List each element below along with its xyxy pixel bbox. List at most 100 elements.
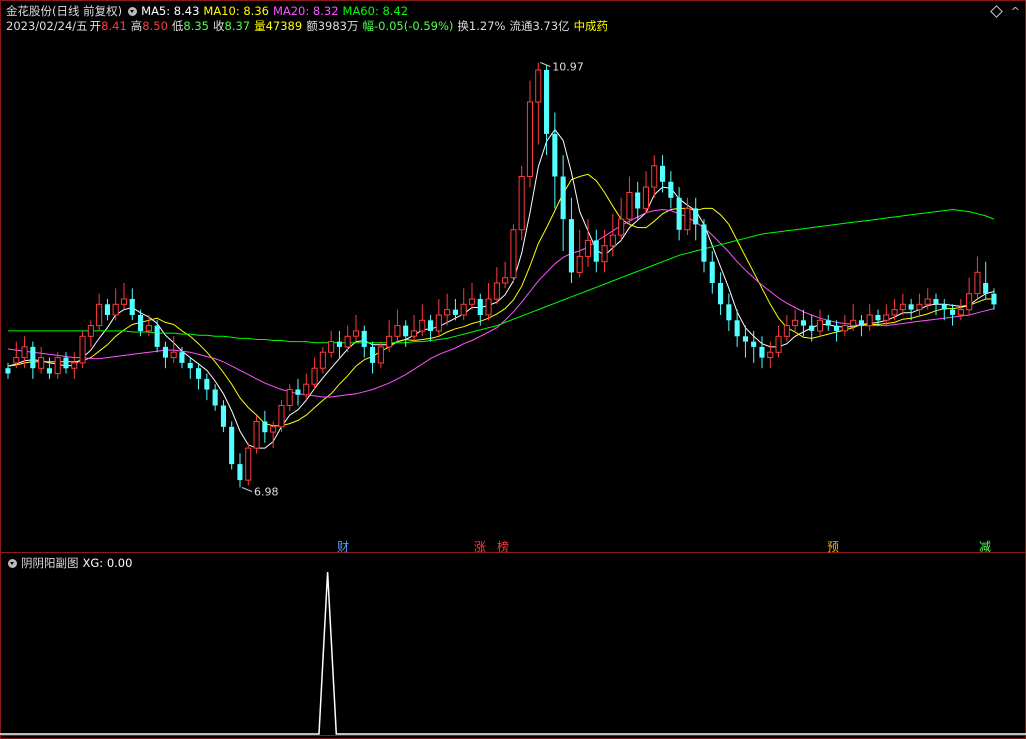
candle-body (38, 357, 45, 369)
candle-body (21, 346, 28, 359)
high-readout: 8.50 (142, 19, 168, 33)
candle-body (950, 309, 956, 315)
change-readout: 幅-0.05(-0.59%) (362, 19, 454, 33)
candle-body (295, 389, 301, 395)
candle-body (866, 314, 873, 327)
candle-body (262, 421, 268, 433)
candle-body (809, 325, 815, 331)
candle-body (767, 351, 774, 359)
candle-body (660, 165, 666, 182)
candle-body (71, 362, 78, 369)
candle-body (79, 335, 86, 364)
candle-body (850, 319, 857, 327)
candle-body (552, 133, 558, 177)
candle-body (319, 351, 326, 369)
candle-body (759, 346, 765, 358)
candle-body (651, 165, 658, 188)
candle-body (87, 325, 94, 337)
candle-body (253, 421, 260, 449)
candle-body (212, 389, 218, 406)
caret-up-icon[interactable]: ^ (1011, 5, 1020, 18)
candle-body (858, 320, 864, 326)
candle-body (783, 325, 790, 337)
ma-line-ma20 (7, 208, 995, 398)
candle-body (5, 368, 11, 374)
candle-body (526, 101, 534, 177)
candle-body (957, 309, 964, 316)
header-row-2: 2023/02/24/五 开8.41 高8.50 低8.35 收8.37 量47389 额3… (6, 18, 612, 34)
subchart-dropdown-icon[interactable] (8, 559, 17, 568)
candle-body (560, 176, 566, 220)
candle-body (444, 309, 451, 316)
candle-body (410, 330, 417, 337)
candle-body (875, 315, 881, 321)
ma5-readout: MA5: 8.43 (141, 4, 200, 18)
marker-jian[interactable]: 减 (979, 538, 991, 555)
candle-body (460, 303, 467, 316)
low-readout: 8.35 (183, 19, 209, 33)
open-readout: 8.41 (101, 19, 127, 33)
candle-body (237, 464, 243, 481)
candle-body (428, 320, 434, 331)
candle-body (834, 325, 840, 331)
candle-body (179, 352, 185, 363)
marker-cai[interactable]: 财 (337, 538, 349, 555)
ma20-readout: MA20: 8.32 (272, 4, 339, 18)
candle-body (162, 346, 168, 358)
candle-body (626, 192, 633, 220)
candle-body (187, 362, 193, 369)
candle-body (535, 69, 542, 103)
candle-body (468, 298, 475, 305)
candle-body (352, 330, 359, 337)
high-label: 高 (130, 19, 143, 33)
marker-yu[interactable]: 预 (827, 538, 839, 555)
header-row-1: 金花股份(日线 前复权) MA5: 8.43 MA10: 8.36 MA20: 8.3… (6, 3, 412, 19)
amount-readout: 额3983万 (306, 19, 359, 33)
turnover-readout: 换1.27% (457, 19, 506, 33)
candle-body (278, 405, 285, 428)
candle-body (609, 234, 616, 247)
close-label: 收 (213, 19, 225, 33)
kline-canvas[interactable]: 10.97 6.98 (0, 0, 1026, 739)
low-label: 低 (171, 19, 184, 33)
candle-body (170, 351, 177, 359)
sector-readout[interactable]: 中成药 (574, 19, 609, 33)
candle-body (742, 336, 748, 342)
candle-body (751, 341, 757, 347)
candle-body (816, 319, 824, 332)
candle-body (112, 303, 119, 316)
candle-body (229, 426, 235, 465)
candle-body (311, 367, 318, 385)
candle-body (635, 192, 641, 209)
annotation-pointer (540, 62, 551, 67)
candle-body (841, 325, 848, 332)
candle-body (593, 240, 599, 262)
candle-body (642, 186, 650, 209)
candle-body (435, 314, 442, 332)
marker-bang[interactable]: 榜 (497, 538, 509, 555)
candle-body (452, 309, 458, 315)
candle-body (336, 341, 342, 347)
candle-body (891, 309, 898, 316)
candle-body (386, 335, 393, 348)
candle-body (908, 304, 914, 310)
candle-body (30, 346, 36, 369)
candle-body (485, 298, 492, 316)
outer-border (0, 0, 1026, 739)
candle-body (991, 293, 997, 305)
chart-frame: 10.97 6.98 金花股份(日线 前复权) MA5: 8.43 MA10: 8.3… (0, 0, 1026, 739)
candle-body (924, 298, 931, 305)
marker-zhang[interactable]: 涨 (474, 538, 486, 555)
candle-body (568, 219, 574, 273)
candle-body (270, 426, 277, 433)
candle-body (800, 320, 806, 326)
candle-body (684, 207, 691, 231)
candle-body (983, 283, 989, 294)
candle-body (245, 447, 252, 481)
annotation-label: 6.98 (254, 486, 279, 499)
xg-line (0, 571, 1026, 735)
dropdown-circle-icon[interactable] (128, 7, 138, 16)
ma-line-ma10 (7, 173, 994, 427)
candle-body (974, 271, 981, 295)
candle-body (220, 405, 226, 427)
